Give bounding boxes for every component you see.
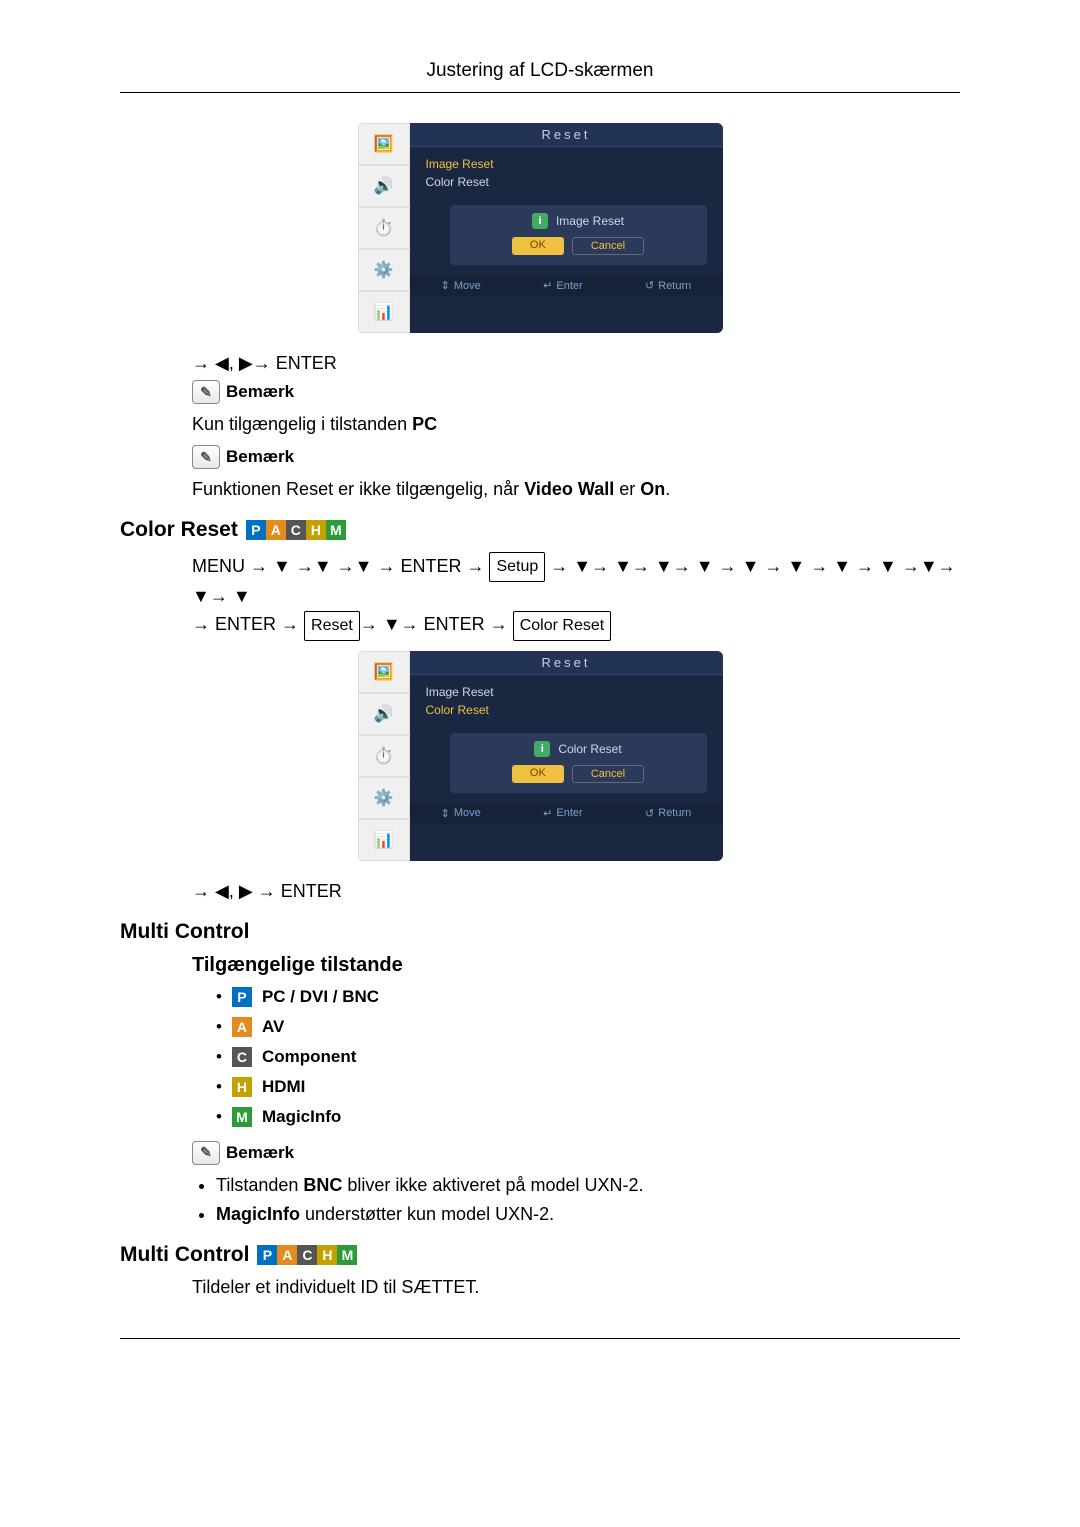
info-icon: i <box>532 213 548 229</box>
mode-item: •HHDMI <box>216 1077 960 1097</box>
mode-item: •MMagicInfo <box>216 1107 960 1127</box>
page: Justering af LCD-skærmen 🖼️ 🔊 ⏱️ ⚙️ 📊 Re… <box>0 0 1080 1419</box>
note-list: Tilstanden BNC bliver ikke aktiveret på … <box>216 1175 960 1225</box>
badge-p: P <box>232 987 252 1007</box>
osd-foot-return: ↺Return <box>645 279 691 292</box>
osd-items: Image Reset Color Reset <box>410 675 723 727</box>
cancel-button[interactable]: Cancel <box>572 765 644 783</box>
mode-item: •AAV <box>216 1017 960 1037</box>
footer-divider <box>120 1338 960 1339</box>
reset-box: Reset <box>304 611 360 641</box>
color-reset-box: Color Reset <box>513 611 611 641</box>
badge-p: P <box>257 1245 277 1265</box>
osd-item: Color Reset <box>426 173 711 191</box>
osd-foot-return: ↺Return <box>645 807 691 820</box>
osd-dialog: i Color Reset OK Cancel <box>450 733 707 793</box>
section-multi-control-2: Multi Control P A C H M <box>120 1243 960 1267</box>
osd-foot-enter: ↵Enter <box>543 279 583 292</box>
osd-footer: ⇕Move ↵Enter ↺Return <box>410 803 723 824</box>
menu-path: MENU → ▼ →▼ →▼ → ENTER → Setup → ▼→ ▼→ ▼… <box>192 552 960 641</box>
sub-modes: Tilgængelige tilstande <box>192 954 960 977</box>
setup-box: Setup <box>489 552 545 582</box>
osd-dialog-title: Color Reset <box>558 742 621 756</box>
osd-sidebar-icon: ⚙️ <box>358 777 410 819</box>
osd-sidebar-icon: ⏱️ <box>358 207 410 249</box>
osd-sidebar-icon: 🔊 <box>358 165 410 207</box>
note-heading: ✎ Bemærk <box>192 445 960 469</box>
osd-foot-enter: ↵Enter <box>543 807 583 820</box>
badge-m: M <box>337 1245 357 1265</box>
osd-sidebar-icon: ⏱️ <box>358 735 410 777</box>
osd-screenshot-1: 🖼️ 🔊 ⏱️ ⚙️ 📊 Reset Image Reset Color Res… <box>120 123 960 333</box>
ok-button[interactable]: OK <box>512 765 564 783</box>
note-body: Funktionen Reset er ikke tilgængelig, nå… <box>192 479 960 500</box>
badge-m: M <box>326 520 346 540</box>
osd-item: Image Reset <box>426 683 711 701</box>
osd-footer: ⇕Move ↵Enter ↺Return <box>410 275 723 296</box>
mode-badges: P A C H M <box>257 1245 357 1265</box>
badge-a: A <box>266 520 286 540</box>
osd-title: Reset <box>410 123 723 147</box>
osd-sidebar-icon: 📊 <box>358 291 410 333</box>
note-body: Kun tilgængelig i tilstanden PC <box>192 414 960 435</box>
note-icon: ✎ <box>192 1141 220 1165</box>
osd-foot-move: ⇕Move <box>441 279 481 292</box>
nav-sequence: → ◀, ▶ → ENTER <box>192 881 960 902</box>
osd-dialog: i Image Reset OK Cancel <box>450 205 707 265</box>
note-list-item: MagicInfo understøtter kun model UXN-2. <box>216 1204 960 1225</box>
note-list-item: Tilstanden BNC bliver ikke aktiveret på … <box>216 1175 960 1196</box>
osd-sidebar-icon: 🖼️ <box>358 651 410 693</box>
badge-h: H <box>317 1245 337 1265</box>
osd-item: Image Reset <box>426 155 711 173</box>
badge-a: A <box>232 1017 252 1037</box>
note-heading: ✎ Bemærk <box>192 380 960 404</box>
mode-badges: P A C H M <box>246 520 346 540</box>
badge-c: C <box>286 520 306 540</box>
badge-c: C <box>232 1047 252 1067</box>
osd-dialog-title: Image Reset <box>556 214 624 228</box>
badge-h: H <box>232 1077 252 1097</box>
page-title: Justering af LCD-skærmen <box>120 60 960 93</box>
osd-item: Color Reset <box>426 701 711 719</box>
section-multi-control: Multi Control <box>120 920 960 944</box>
osd-sidebar-icon: 🖼️ <box>358 123 410 165</box>
note-label: Bemærk <box>226 1143 294 1163</box>
mc-description: Tildeler et individuelt ID til SÆTTET. <box>192 1277 960 1298</box>
mode-item: •PPC / DVI / BNC <box>216 987 960 1007</box>
section-color-reset: Color Reset P A C H M <box>120 518 960 542</box>
badge-a: A <box>277 1245 297 1265</box>
badge-c: C <box>297 1245 317 1265</box>
note-icon: ✎ <box>192 445 220 469</box>
mode-item: •CComponent <box>216 1047 960 1067</box>
info-icon: i <box>534 741 550 757</box>
osd-sidebar-icon: ⚙️ <box>358 249 410 291</box>
osd-sidebar-icon: 🔊 <box>358 693 410 735</box>
note-icon: ✎ <box>192 380 220 404</box>
note-heading: ✎ Bemærk <box>192 1141 960 1165</box>
osd-sidebar-icon: 📊 <box>358 819 410 861</box>
badge-m: M <box>232 1107 252 1127</box>
osd-sidebar: 🖼️ 🔊 ⏱️ ⚙️ 📊 <box>358 651 410 861</box>
osd-sidebar: 🖼️ 🔊 ⏱️ ⚙️ 📊 <box>358 123 410 333</box>
nav-sequence: → ◀, ▶→ ENTER <box>192 353 960 374</box>
osd-title: Reset <box>410 651 723 675</box>
note-label: Bemærk <box>226 382 294 402</box>
modes-list: •PPC / DVI / BNC •AAV •CComponent •HHDMI… <box>216 987 960 1127</box>
osd-foot-move: ⇕Move <box>441 807 481 820</box>
badge-h: H <box>306 520 326 540</box>
osd-screenshot-2: 🖼️ 🔊 ⏱️ ⚙️ 📊 Reset Image Reset Color Res… <box>120 651 960 861</box>
ok-button[interactable]: OK <box>512 237 564 255</box>
osd-items: Image Reset Color Reset <box>410 147 723 199</box>
badge-p: P <box>246 520 266 540</box>
note-label: Bemærk <box>226 447 294 467</box>
cancel-button[interactable]: Cancel <box>572 237 644 255</box>
